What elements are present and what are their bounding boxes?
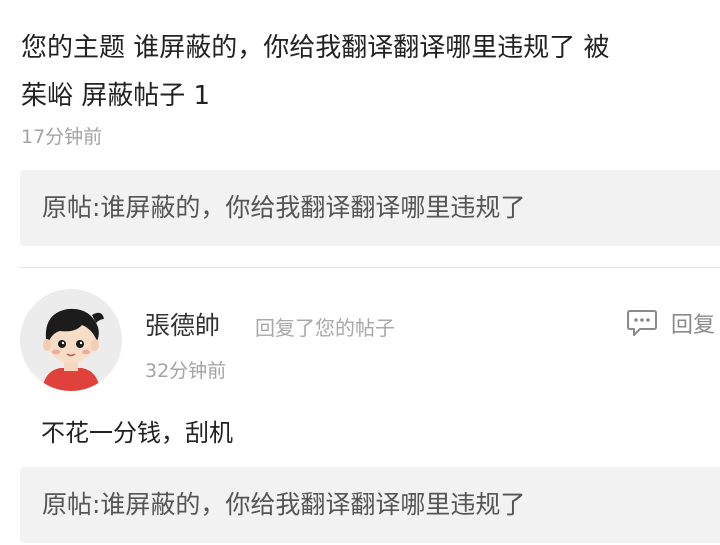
notification-message-line-2: 茱峪 屏蔽帖子 1 xyxy=(21,81,211,111)
reply-button-label: 回复 xyxy=(671,313,716,338)
comment-bubble-icon xyxy=(626,308,658,338)
reply-action-note: 回复了您的帖子 xyxy=(255,316,395,340)
divider xyxy=(20,267,720,268)
avatar[interactable] xyxy=(20,289,122,391)
original-post-quote[interactable]: 原帖:谁屏蔽的，你给我翻译翻译哪里违规了 xyxy=(20,170,720,246)
original-post-quote[interactable]: 原帖:谁屏蔽的，你给我翻译翻译哪里违规了 xyxy=(20,467,720,543)
notification-message: 您的主题 谁屏蔽的，你给我翻译翻译哪里违规了 被 茱峪 屏蔽帖子 1 xyxy=(21,24,720,120)
reply-content: 不花一分钱，刮机 xyxy=(41,419,233,447)
notification-item[interactable]: 您的主题 谁屏蔽的，你给我翻译翻译哪里违规了 被 茱峪 屏蔽帖子 1 17分钟前… xyxy=(0,0,720,268)
notification-message-line-1: 您的主题 谁屏蔽的，你给我翻译翻译哪里违规了 被 xyxy=(21,33,610,63)
reply-button[interactable]: 回复 xyxy=(626,306,715,340)
reply-timestamp: 32分钟前 xyxy=(145,360,227,382)
reply-author-name[interactable]: 張德帥 xyxy=(145,306,220,342)
notification-timestamp: 17分钟前 xyxy=(21,126,103,148)
avatar-cartoon-icon xyxy=(20,289,122,391)
